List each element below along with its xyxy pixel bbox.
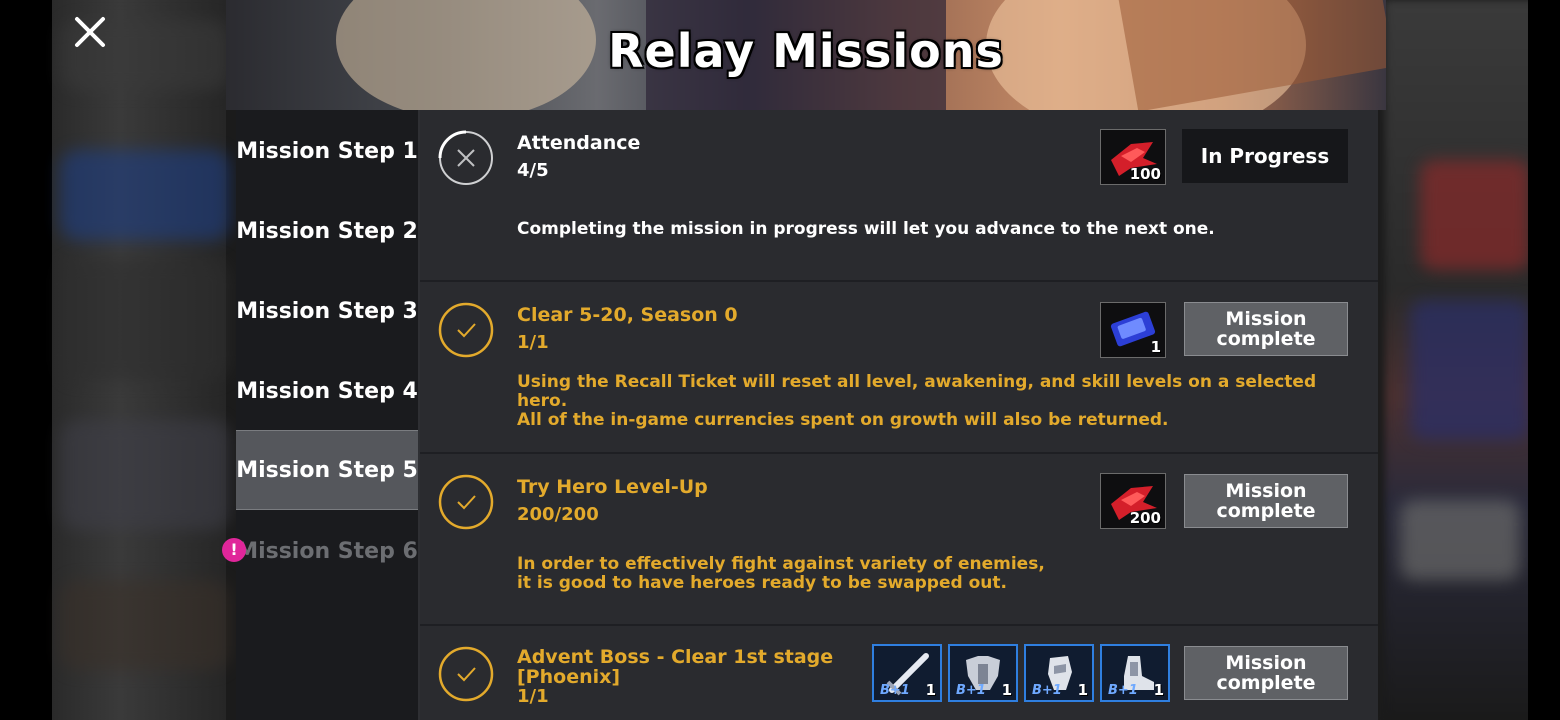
page-title: Relay Missions — [608, 24, 1004, 78]
mission-title: Try Hero Level-Up — [517, 476, 708, 498]
reward-quantity: 1 — [1153, 681, 1164, 699]
reward-slot[interactable]: 200 — [1100, 473, 1166, 529]
mission-title: Attendance — [517, 132, 641, 154]
mission-row: Clear 5-20, Season 0 1/1 Using the Recal… — [420, 282, 1378, 452]
mission-title: Clear 5-20, Season 0 — [517, 304, 738, 326]
mission-step-sidebar: Mission Step 1 Mission Step 2 Mission St… — [236, 110, 420, 720]
equipment-rank: B+1 — [880, 683, 910, 698]
mission-step-6-tab[interactable]: Mission Step 6 — [236, 512, 418, 590]
mission-step-1-tab[interactable]: Mission Step 1 — [236, 112, 418, 190]
mission-description: Using the Recall Ticket will reset all l… — [517, 372, 1317, 430]
background-blur-shape — [60, 580, 230, 670]
close-button[interactable] — [70, 12, 110, 52]
background-blur-shape — [60, 420, 230, 530]
mission-complete-button[interactable]: Mission complete — [1184, 302, 1348, 356]
reward-slot[interactable]: 100 — [1100, 129, 1166, 185]
mission-complete-button[interactable]: Mission complete — [1184, 646, 1348, 700]
complete-check-icon — [438, 646, 494, 702]
reward-quantity: 1 — [1077, 681, 1088, 699]
background-blur-shape — [1420, 160, 1530, 270]
background-blur-shape — [60, 150, 230, 240]
mission-step-4-tab[interactable]: Mission Step 4 — [236, 352, 418, 430]
equipment-rank: B+1 — [1108, 683, 1138, 698]
reward-quantity: 1 — [1001, 681, 1012, 699]
equipment-rank: B+1 — [1032, 683, 1062, 698]
mission-step-2-tab[interactable]: Mission Step 2 — [236, 192, 418, 270]
reward-quantity: 200 — [1129, 509, 1161, 527]
reward-quantity: 1 — [1150, 338, 1161, 356]
complete-check-icon — [438, 302, 494, 358]
mission-row: Attendance 4/5 Completing the mission in… — [420, 110, 1378, 280]
mission-step-5-tab[interactable]: Mission Step 5 — [236, 430, 418, 510]
background-blur-shape — [60, 260, 230, 380]
mission-description: Completing the mission in progress will … — [517, 219, 1215, 239]
reward-slot[interactable]: B+1 1 — [872, 644, 942, 702]
alert-badge: ! — [222, 538, 246, 562]
in-progress-x-icon — [438, 130, 493, 185]
equipment-rank: B+1 — [956, 683, 986, 698]
mission-complete-button[interactable]: Mission complete — [1184, 474, 1348, 528]
mission-progress: 1/1 — [517, 332, 549, 353]
complete-check-icon — [438, 474, 494, 530]
mission-progress: 4/5 — [517, 160, 549, 181]
background-blur-shape — [1400, 500, 1520, 580]
reward-slot[interactable]: B+1 1 — [1100, 644, 1170, 702]
reward-slot[interactable]: B+1 1 — [1024, 644, 1094, 702]
reward-slot[interactable]: 1 — [1100, 302, 1166, 358]
mission-step-3-tab[interactable]: Mission Step 3 — [236, 272, 418, 350]
mission-progress: 200/200 — [517, 504, 599, 525]
mission-description: In order to effectively fight against va… — [517, 554, 1045, 593]
mission-row: Advent Boss - Clear 1st stage [Phoenix] … — [420, 626, 1378, 720]
reward-quantity: 100 — [1129, 165, 1161, 183]
mission-progress: 1/1 — [517, 686, 549, 707]
in-progress-button[interactable]: In Progress — [1182, 129, 1348, 183]
reward-quantity: 1 — [925, 681, 936, 699]
background-blur-shape — [1410, 300, 1530, 440]
reward-slot[interactable]: B+1 1 — [948, 644, 1018, 702]
mission-list[interactable]: Attendance 4/5 Completing the mission in… — [420, 110, 1378, 720]
mission-title: Advent Boss - Clear 1st stage [Phoenix] — [517, 646, 834, 688]
mission-row: Try Hero Level-Up 200/200 In order to ef… — [420, 454, 1378, 624]
screen-edge — [1528, 0, 1560, 720]
close-icon — [75, 17, 105, 47]
